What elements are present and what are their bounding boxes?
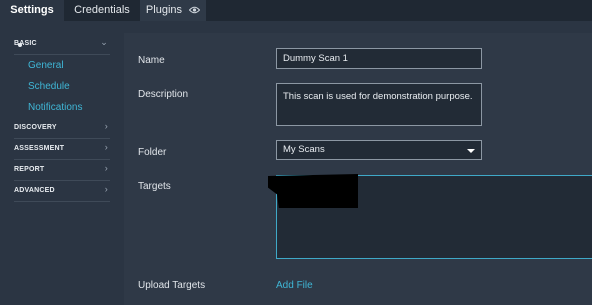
add-file-link[interactable]: Add File [276, 280, 313, 291]
selected-bullet-icon [18, 43, 22, 47]
tab-credentials[interactable]: Credentials [66, 0, 138, 21]
name-input[interactable]: Dummy Scan 1 [276, 48, 482, 69]
sidebar-section-label: DISCOVERY [14, 124, 57, 131]
chevron-down-icon: ⌄ [100, 37, 108, 47]
sidebar-section-label: ADVANCED [14, 187, 55, 194]
sidebar-item-notifications[interactable]: Notifications [28, 102, 82, 113]
sidebar-section-discovery[interactable]: DISCOVERY › [14, 118, 110, 139]
tab-plugins-label: Plugins [145, 4, 182, 16]
description-textarea[interactable]: This scan is used for demonstration purp… [276, 83, 482, 126]
sidebar-item-general[interactable]: General [28, 60, 64, 71]
upload-targets-label: Upload Targets [138, 280, 206, 291]
chevron-right-icon: › [104, 163, 108, 173]
sidebar-item-schedule[interactable]: Schedule [28, 81, 70, 92]
top-tab-bar: Settings Credentials Plugins [0, 0, 592, 21]
tab-settings[interactable]: Settings [0, 0, 64, 21]
chevron-right-icon: › [104, 184, 108, 194]
redaction-block [268, 174, 358, 208]
sidebar-section-label: REPORT [14, 166, 45, 173]
sidebar-section-advanced[interactable]: ADVANCED › [14, 181, 110, 202]
sidebar-section-basic[interactable]: BASIC ⌄ [14, 34, 110, 55]
folder-select[interactable]: My Scans [276, 140, 482, 160]
sidebar-section-report[interactable]: REPORT › [14, 160, 110, 181]
folder-selected-value: My Scans [283, 144, 325, 155]
description-label: Description [138, 89, 189, 100]
chevron-right-icon: › [104, 121, 108, 131]
chevron-right-icon: › [104, 142, 108, 152]
tab-plugins[interactable]: Plugins [140, 0, 206, 21]
name-label: Name [138, 55, 165, 66]
folder-label: Folder [138, 147, 167, 158]
eye-icon [188, 1, 201, 22]
settings-form-panel [124, 33, 592, 305]
targets-label: Targets [138, 181, 171, 192]
sidebar-section-assessment[interactable]: ASSESSMENT › [14, 139, 110, 160]
sidebar-section-label: ASSESSMENT [14, 145, 65, 152]
caret-down-icon [467, 149, 475, 153]
